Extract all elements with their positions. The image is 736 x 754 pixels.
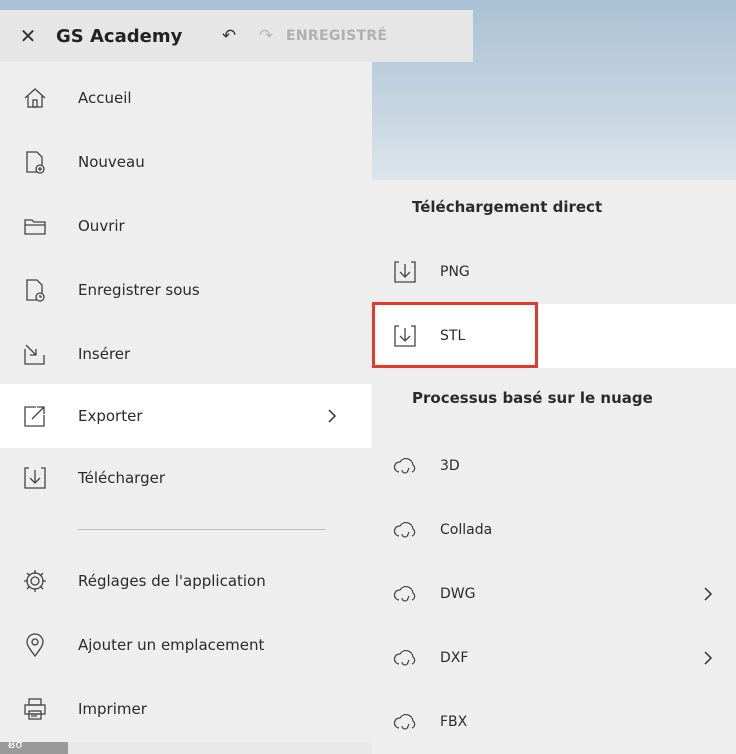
export-item-label: Collada — [440, 522, 493, 538]
menu-item-label: Exporter — [78, 407, 143, 425]
download-icon — [392, 323, 418, 349]
export-icon — [22, 403, 48, 429]
export-item-label: FBX — [440, 714, 468, 730]
menu-item-accueil[interactable]: Accueil — [0, 66, 372, 130]
export-item-label: STL — [440, 328, 466, 344]
menu-item-imprimer[interactable]: Imprimer — [0, 677, 372, 741]
undo-icon[interactable]: ↶ — [212, 26, 246, 46]
export-submenu: Téléchargement direct PNG STL Processus … — [372, 180, 736, 754]
save-as-icon — [22, 277, 48, 303]
download-icon — [392, 259, 418, 285]
cloud-sync-icon — [392, 453, 418, 479]
export-item-png[interactable]: PNG — [372, 240, 736, 304]
cloud-sync-icon — [392, 581, 418, 607]
cloud-sync-icon — [392, 645, 418, 671]
menu-item-reglages[interactable]: Réglages de l'application — [0, 549, 372, 613]
cloud-sync-icon — [392, 709, 418, 735]
menu-item-ouvrir[interactable]: Ouvrir — [0, 194, 372, 258]
menu-item-label: Ajouter un emplacement — [78, 636, 265, 654]
menu-item-enregistrer-sous[interactable]: Enregistrer sous — [0, 258, 372, 322]
close-icon[interactable]: ✕ — [0, 24, 56, 48]
menu-item-label: Insérer — [78, 345, 131, 363]
export-item-collada[interactable]: Collada — [372, 498, 736, 562]
menu-item-label: Enregistrer sous — [78, 281, 200, 299]
home-icon — [22, 85, 48, 111]
export-item-dxf[interactable]: DXF — [372, 626, 736, 690]
export-item-label: PNG — [440, 264, 470, 280]
redo-icon[interactable]: ↷ — [246, 26, 286, 46]
file-menu: Accueil Nouveau Ouvrir Enregistrer sous … — [0, 62, 372, 742]
menu-item-label: Nouveau — [78, 153, 145, 171]
menu-item-telecharger[interactable]: Télécharger — [0, 446, 372, 510]
printer-icon — [22, 696, 48, 722]
export-item-label: 3D — [440, 458, 460, 474]
export-item-label: DWG — [440, 586, 476, 602]
export-item-dwg[interactable]: DWG — [372, 562, 736, 626]
section-header-direct: Téléchargement direct — [412, 198, 603, 216]
settings-icon — [22, 568, 48, 594]
section-header-cloud: Processus basé sur le nuage — [412, 389, 653, 407]
export-item-label: DXF — [440, 650, 469, 666]
toolbar: ✕ GS Academy ↶ ↷ ENREGISTRÉ — [0, 10, 473, 62]
menu-item-label: Accueil — [78, 89, 132, 107]
app-title: GS Academy — [56, 25, 183, 47]
menu-item-ajouter-emplacement[interactable]: Ajouter un emplacement — [0, 613, 372, 677]
export-item-stl[interactable]: STL — [372, 302, 736, 368]
menu-item-label: Ouvrir — [78, 217, 125, 235]
menu-item-nouveau[interactable]: Nouveau — [0, 130, 372, 194]
cloud-sync-icon — [392, 517, 418, 543]
chevron-right-icon — [698, 584, 718, 604]
menu-item-label: Réglages de l'application — [78, 572, 266, 590]
chevron-right-icon — [698, 648, 718, 668]
chevron-right-icon — [322, 406, 342, 426]
download-icon — [22, 465, 48, 491]
menu-divider — [78, 529, 326, 530]
location-icon — [22, 632, 48, 658]
insert-icon — [22, 341, 48, 367]
export-item-3d[interactable]: 3D — [372, 434, 736, 498]
menu-item-label: Imprimer — [78, 700, 147, 718]
new-file-icon — [22, 149, 48, 175]
menu-item-exporter[interactable]: Exporter — [0, 384, 372, 448]
save-status: ENREGISTRÉ — [286, 28, 388, 44]
menu-item-inserer[interactable]: Insérer — [0, 322, 372, 386]
folder-icon — [22, 213, 48, 239]
menu-item-label: Télécharger — [78, 469, 166, 487]
export-item-fbx[interactable]: FBX — [372, 690, 736, 754]
